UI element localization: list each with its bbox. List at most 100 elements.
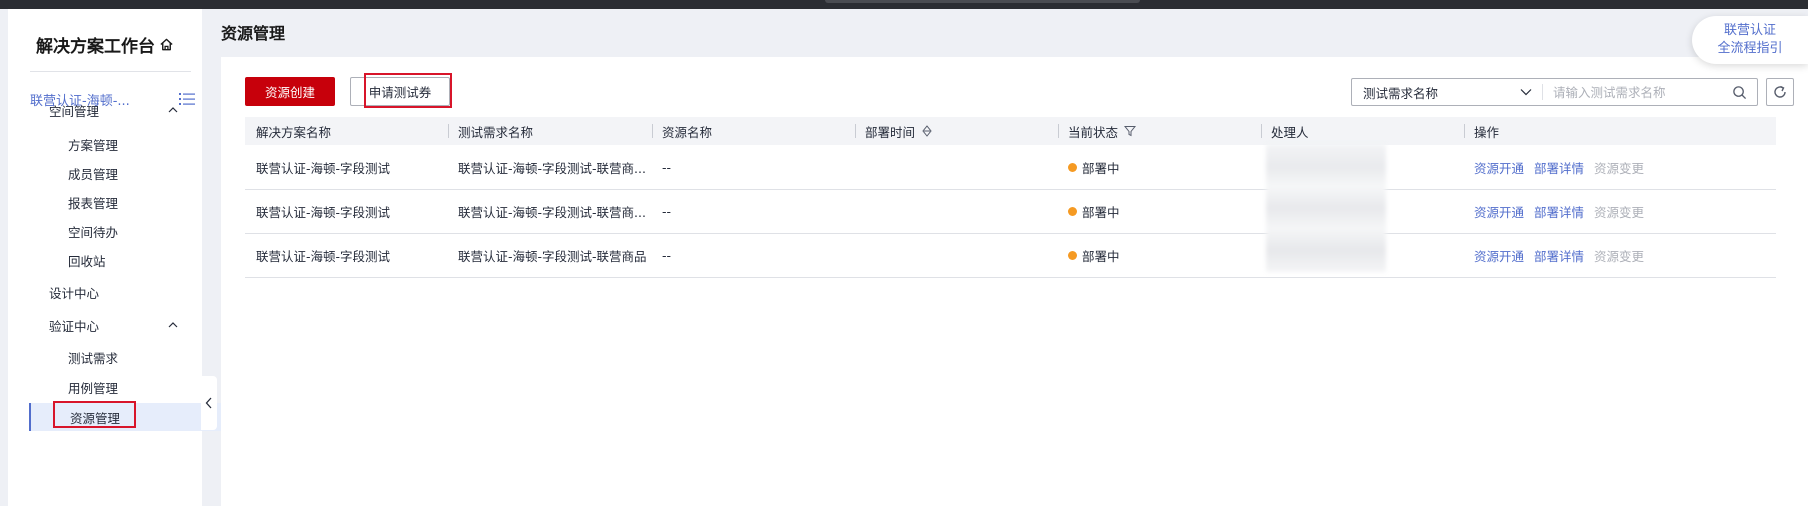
sidebar: 解决方案工作台 联营认证-海顿-... 空间管理 方案管理 成员管理 报表管理 … (8, 9, 243, 506)
sidebar-item-label: 回收站 (68, 253, 106, 269)
cell-status: 部署中 (1068, 233, 1120, 277)
column-divider (448, 124, 449, 138)
sidebar-item-space-management[interactable]: 空间管理 (8, 96, 202, 124)
sidebar-collapse-toggle[interactable] (201, 376, 217, 430)
apply-test-voucher-button[interactable]: 申请测试券 (350, 77, 450, 106)
sidebar-item-space-todo[interactable]: 空间待办 (8, 217, 202, 245)
table-row: 联营认证-海顿-字段测试 联营认证-海顿-字段测试-联营商... -- 部署中 … (245, 189, 1776, 234)
column-header-resource: 资源名称 (652, 117, 713, 145)
open-resource-link[interactable]: 资源开通 (1474, 202, 1524, 221)
column-divider (1464, 124, 1465, 138)
column-header-solution: 解决方案名称 (256, 117, 331, 145)
chevron-left-icon (205, 397, 212, 409)
column-label: 资源名称 (662, 124, 713, 140)
column-divider (1058, 124, 1059, 138)
filter-field-select[interactable]: 测试需求名称 (1352, 79, 1542, 105)
open-resource-link[interactable]: 资源开通 (1474, 158, 1524, 177)
sidebar-item-label: 空间管理 (49, 103, 100, 119)
sidebar-item-label: 报表管理 (68, 195, 119, 211)
column-divider (855, 124, 856, 138)
cell-resource: -- (662, 247, 672, 263)
column-divider (1261, 124, 1262, 138)
create-resource-button[interactable]: 资源创建 (245, 77, 335, 106)
cell-resource: -- (662, 159, 672, 175)
refresh-button[interactable] (1766, 78, 1794, 106)
sidebar-item-label: 用例管理 (68, 380, 119, 396)
cell-actions: 资源开通 部署详情 资源变更 (1474, 145, 1654, 189)
column-label: 当前状态 (1068, 124, 1119, 140)
sidebar-item-member-management[interactable]: 成员管理 (8, 159, 202, 187)
page-title: 资源管理 (221, 24, 286, 43)
column-label: 操作 (1474, 124, 1500, 140)
column-header-status[interactable]: 当前状态 (1058, 117, 1137, 145)
column-label: 部署时间 (865, 124, 916, 140)
cell-status: 部署中 (1068, 189, 1120, 233)
deploy-details-link[interactable]: 部署详情 (1534, 246, 1584, 265)
top-bar-tab-indicator (825, 0, 1140, 3)
open-resource-link[interactable]: 资源开通 (1474, 246, 1524, 265)
cell-status: 部署中 (1068, 145, 1120, 189)
column-label: 测试需求名称 (458, 124, 534, 140)
sidebar-item-solution-management[interactable]: 方案管理 (8, 130, 202, 158)
search-button[interactable] (1732, 85, 1757, 100)
status-text: 部署中 (1082, 160, 1120, 176)
workbench-title-text: 解决方案工作台 (36, 36, 155, 57)
guide-line-2: 全流程指引 (1717, 41, 1783, 56)
home-icon (160, 38, 173, 50)
cell-actions: 资源开通 部署详情 资源变更 (1474, 189, 1654, 233)
cell-solution: 联营认证-海顿-字段测试 (256, 204, 391, 220)
change-resource-link: 资源变更 (1594, 204, 1645, 220)
sidebar-item-design-center[interactable]: 设计中心 (8, 278, 202, 306)
sidebar-divider (30, 71, 191, 72)
chevron-up-icon (168, 322, 178, 328)
table-row: 联营认证-海顿-字段测试 联营认证-海顿-字段测试-联营商品 -- 部署中 资源… (245, 233, 1776, 278)
column-divider (652, 124, 653, 138)
sidebar-item-case-management[interactable]: 用例管理 (8, 373, 202, 401)
sidebar-item-label: 验证中心 (49, 318, 100, 334)
filter-field-value: 测试需求名称 (1363, 85, 1439, 101)
deploy-details-link[interactable]: 部署详情 (1534, 158, 1584, 177)
sidebar-item-report-management[interactable]: 报表管理 (8, 188, 202, 216)
sidebar-item-label: 测试需求 (68, 350, 119, 366)
workbench-title[interactable]: 解决方案工作台 (8, 23, 202, 65)
column-header-handler: 处理人 (1261, 117, 1309, 145)
chevron-up-icon (168, 107, 178, 113)
sidebar-item-label: 成员管理 (68, 166, 119, 182)
sidebar-item-test-requirements[interactable]: 测试需求 (8, 343, 202, 371)
table-row: 联营认证-海顿-字段测试 联营认证-海顿-字段测试-联营商... -- 部署中 … (245, 145, 1776, 190)
search-icon (1733, 85, 1747, 99)
status-dot (1068, 162, 1077, 172)
sidebar-item-label: 方案管理 (68, 137, 119, 153)
status-text: 部署中 (1082, 204, 1120, 220)
column-label: 解决方案名称 (256, 124, 332, 140)
cell-resource: -- (662, 203, 672, 219)
change-resource-link: 资源变更 (1594, 160, 1645, 176)
status-dot (1068, 206, 1077, 216)
sidebar-item-recycle-bin[interactable]: 回收站 (8, 246, 202, 274)
column-label: 处理人 (1271, 124, 1309, 140)
chevron-down-icon (1520, 89, 1532, 96)
column-header-actions: 操作 (1464, 117, 1500, 145)
sidebar-item-verification-center[interactable]: 验证中心 (8, 311, 202, 339)
change-resource-link: 资源变更 (1594, 248, 1645, 264)
filter-icon[interactable] (1124, 125, 1137, 137)
cell-actions: 资源开通 部署详情 资源变更 (1474, 233, 1654, 277)
cell-requirement: 联营认证-海顿-字段测试-联营商品 (458, 248, 647, 264)
process-guide-float-button[interactable]: 联营认证 全流程指引 (1692, 16, 1808, 64)
sidebar-item-label: 空间待办 (68, 224, 119, 240)
column-header-deploy-time[interactable]: 部署时间 (855, 117, 933, 145)
status-text: 部署中 (1082, 248, 1120, 264)
cell-solution: 联营认证-海顿-字段测试 (256, 248, 391, 264)
cell-solution: 联营认证-海顿-字段测试 (256, 160, 391, 176)
refresh-icon (1774, 85, 1786, 98)
column-header-requirement: 测试需求名称 (448, 117, 534, 145)
deploy-details-link[interactable]: 部署详情 (1534, 202, 1584, 221)
status-dot (1068, 250, 1077, 260)
sort-icon[interactable] (921, 125, 933, 137)
sidebar-item-label: 资源管理 (70, 410, 121, 426)
browser-top-bar (0, 0, 1808, 9)
search-filter: 测试需求名称 (1351, 78, 1758, 106)
search-input[interactable] (1543, 80, 1732, 104)
guide-line-1: 联营认证 (1723, 23, 1776, 38)
redacted-handler-area (1266, 144, 1386, 272)
